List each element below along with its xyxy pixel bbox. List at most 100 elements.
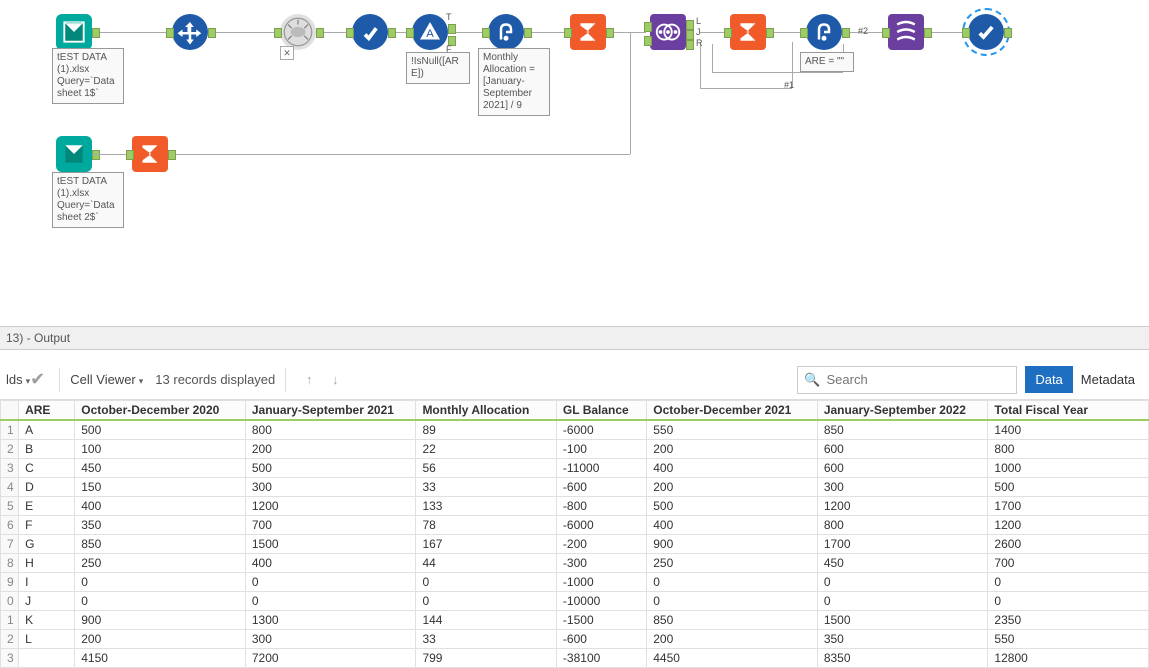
table-cell[interactable]: 1 bbox=[1, 611, 19, 630]
table-cell[interactable]: 500 bbox=[988, 478, 1149, 497]
table-cell[interactable]: -1000 bbox=[556, 573, 646, 592]
table-cell[interactable]: 400 bbox=[245, 554, 416, 573]
table-cell[interactable]: 0 bbox=[988, 592, 1149, 611]
table-cell[interactable]: 0 bbox=[647, 573, 818, 592]
table-cell[interactable]: 4150 bbox=[75, 649, 246, 668]
table-cell[interactable]: 350 bbox=[75, 516, 246, 535]
table-cell[interactable]: 800 bbox=[245, 420, 416, 440]
table-cell[interactable]: 1200 bbox=[817, 497, 988, 516]
table-cell[interactable]: 550 bbox=[988, 630, 1149, 649]
table-cell[interactable]: 799 bbox=[416, 649, 556, 668]
table-row[interactable]: 4D15030033-600200300500 bbox=[1, 478, 1149, 497]
results-table[interactable]: AREOctober-December 2020January-Septembe… bbox=[0, 400, 1149, 668]
table-cell[interactable]: -300 bbox=[556, 554, 646, 573]
table-cell[interactable]: 0 bbox=[817, 592, 988, 611]
table-cell[interactable]: J bbox=[19, 592, 75, 611]
table-cell[interactable]: -1500 bbox=[556, 611, 646, 630]
table-cell[interactable]: 1 bbox=[1, 420, 19, 440]
table-cell[interactable]: -38100 bbox=[556, 649, 646, 668]
column-header[interactable]: ARE bbox=[19, 401, 75, 421]
table-cell[interactable]: 800 bbox=[988, 440, 1149, 459]
table-cell[interactable]: 850 bbox=[75, 535, 246, 554]
table-cell[interactable]: 2350 bbox=[988, 611, 1149, 630]
table-cell[interactable]: 400 bbox=[647, 516, 818, 535]
table-cell[interactable]: 0 bbox=[416, 592, 556, 611]
table-cell[interactable]: 0 bbox=[817, 573, 988, 592]
table-cell[interactable]: -11000 bbox=[556, 459, 646, 478]
formula-tool-2[interactable] bbox=[806, 14, 842, 50]
table-cell[interactable]: 7200 bbox=[245, 649, 416, 668]
table-cell[interactable]: 550 bbox=[647, 420, 818, 440]
table-cell[interactable]: 250 bbox=[75, 554, 246, 573]
table-cell[interactable]: -200 bbox=[556, 535, 646, 554]
unique-tool[interactable] bbox=[352, 14, 388, 50]
table-cell[interactable]: 3 bbox=[1, 459, 19, 478]
table-cell[interactable]: D bbox=[19, 478, 75, 497]
fields-dropdown[interactable]: lds▾ bbox=[6, 372, 30, 387]
table-cell[interactable]: 1000 bbox=[988, 459, 1149, 478]
table-cell[interactable]: 0 bbox=[1, 592, 19, 611]
table-row[interactable]: 3C45050056-110004006001000 bbox=[1, 459, 1149, 478]
table-cell[interactable]: 200 bbox=[647, 478, 818, 497]
summarize-tool-2[interactable] bbox=[730, 14, 766, 50]
table-cell[interactable]: -6000 bbox=[556, 516, 646, 535]
union-tool[interactable] bbox=[888, 14, 924, 50]
table-cell[interactable]: 700 bbox=[988, 554, 1149, 573]
table-cell[interactable]: 500 bbox=[245, 459, 416, 478]
table-cell[interactable]: 1300 bbox=[245, 611, 416, 630]
table-row[interactable]: 6F35070078-60004008001200 bbox=[1, 516, 1149, 535]
table-cell[interactable]: 0 bbox=[75, 573, 246, 592]
table-cell[interactable]: 56 bbox=[416, 459, 556, 478]
table-cell[interactable]: 800 bbox=[817, 516, 988, 535]
table-cell[interactable]: 8350 bbox=[817, 649, 988, 668]
summarize-tool-1[interactable] bbox=[570, 14, 606, 50]
apply-check-icon[interactable]: ✔ bbox=[30, 369, 45, 390]
table-cell[interactable]: 450 bbox=[75, 459, 246, 478]
metadata-tab-button[interactable]: Metadata bbox=[1073, 366, 1143, 393]
table-cell[interactable]: 1500 bbox=[817, 611, 988, 630]
table-cell[interactable]: 0 bbox=[647, 592, 818, 611]
table-cell[interactable]: 100 bbox=[75, 440, 246, 459]
table-cell[interactable]: 500 bbox=[647, 497, 818, 516]
summarize-tool-3[interactable] bbox=[132, 136, 168, 172]
table-cell[interactable]: 167 bbox=[416, 535, 556, 554]
table-cell[interactable]: 600 bbox=[817, 440, 988, 459]
table-cell[interactable]: 44 bbox=[416, 554, 556, 573]
table-row[interactable]: 5E4001200133-80050012001700 bbox=[1, 497, 1149, 516]
column-header[interactable]: January-September 2021 bbox=[245, 401, 416, 421]
table-cell[interactable]: 22 bbox=[416, 440, 556, 459]
join-tool[interactable] bbox=[650, 14, 686, 50]
table-cell[interactable]: 700 bbox=[245, 516, 416, 535]
data-tab-button[interactable]: Data bbox=[1025, 366, 1072, 393]
table-row[interactable]: 8H25040044-300250450700 bbox=[1, 554, 1149, 573]
table-cell[interactable]: 1400 bbox=[988, 420, 1149, 440]
table-row[interactable]: 9I000-1000000 bbox=[1, 573, 1149, 592]
table-cell[interactable]: L bbox=[19, 630, 75, 649]
table-row[interactable]: 7G8501500167-20090017002600 bbox=[1, 535, 1149, 554]
column-header[interactable]: Total Fiscal Year bbox=[988, 401, 1149, 421]
table-cell[interactable]: 2 bbox=[1, 440, 19, 459]
table-row[interactable]: 2B10020022-100200600800 bbox=[1, 440, 1149, 459]
formula-tool-1[interactable] bbox=[488, 14, 524, 50]
table-cell[interactable]: 8 bbox=[1, 554, 19, 573]
table-cell[interactable]: 850 bbox=[647, 611, 818, 630]
column-header[interactable]: GL Balance bbox=[556, 401, 646, 421]
table-cell[interactable]: C bbox=[19, 459, 75, 478]
table-cell[interactable]: 400 bbox=[647, 459, 818, 478]
table-cell[interactable]: 0 bbox=[245, 592, 416, 611]
table-cell[interactable]: -6000 bbox=[556, 420, 646, 440]
table-row[interactable]: 0J000-10000000 bbox=[1, 592, 1149, 611]
table-cell[interactable]: 400 bbox=[75, 497, 246, 516]
table-cell[interactable]: 600 bbox=[817, 459, 988, 478]
select-tool[interactable] bbox=[172, 14, 208, 50]
table-cell[interactable]: A bbox=[19, 420, 75, 440]
table-cell[interactable]: 200 bbox=[647, 440, 818, 459]
table-cell[interactable]: H bbox=[19, 554, 75, 573]
input-data-tool-1[interactable] bbox=[56, 14, 92, 50]
table-cell[interactable]: -10000 bbox=[556, 592, 646, 611]
filter-tool[interactable]: A bbox=[412, 14, 448, 50]
table-cell[interactable] bbox=[19, 649, 75, 668]
table-cell[interactable]: 1200 bbox=[988, 516, 1149, 535]
table-cell[interactable]: 33 bbox=[416, 478, 556, 497]
table-cell[interactable]: 0 bbox=[75, 592, 246, 611]
